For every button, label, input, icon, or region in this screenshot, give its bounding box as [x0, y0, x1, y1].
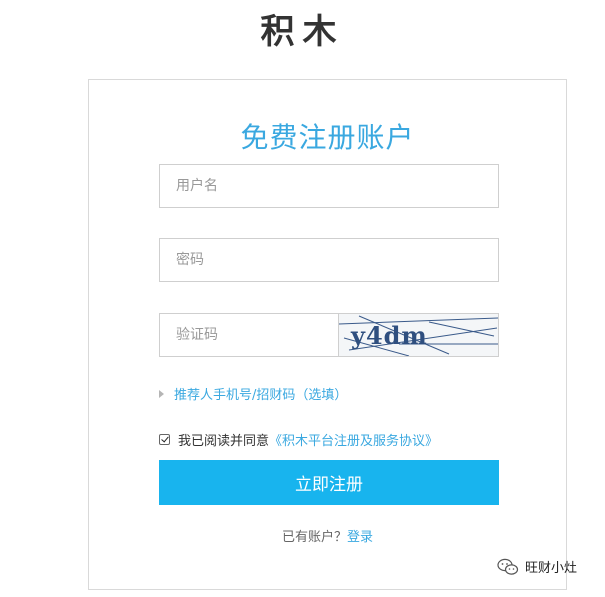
referrer-toggle[interactable]: 推荐人手机号/招财码（选填）: [159, 384, 347, 403]
register-button[interactable]: 立即注册: [159, 460, 499, 505]
password-input[interactable]: [159, 238, 499, 282]
agreement-prefix: 我已阅读并同意: [178, 434, 270, 449]
username-input[interactable]: [159, 164, 499, 208]
page: 积木 免费注册账户 y4dm 推荐人手机号/招财码（选填）: [0, 0, 605, 597]
form-title: 免费注册账户: [240, 121, 415, 154]
agreement-link[interactable]: 《积木平台注册及服务协议》: [269, 430, 438, 449]
captcha-input[interactable]: [159, 313, 339, 357]
agreement-checkbox[interactable]: [159, 434, 170, 445]
agreement-row: 我已阅读并同意 《积木平台注册及服务协议》: [159, 430, 438, 449]
watermark-text: 旺财小灶: [525, 561, 578, 576]
login-prompt: 已有账户？: [281, 530, 347, 545]
login-row: 已有账户？登录: [89, 526, 566, 545]
wechat-icon: [497, 558, 519, 575]
referrer-label: 推荐人手机号/招财码（选填）: [174, 388, 348, 403]
triangle-right-icon: [159, 389, 164, 398]
brand-logo-text: 积木: [260, 12, 345, 52]
captcha-image[interactable]: y4dm: [339, 313, 499, 357]
captcha-image-text: y4dm: [350, 321, 428, 350]
register-card: 免费注册账户 y4dm 推荐人手机号/招财码（选填）: [88, 79, 567, 590]
login-link[interactable]: 登录: [347, 530, 373, 545]
watermark: 旺财小灶: [497, 557, 577, 576]
